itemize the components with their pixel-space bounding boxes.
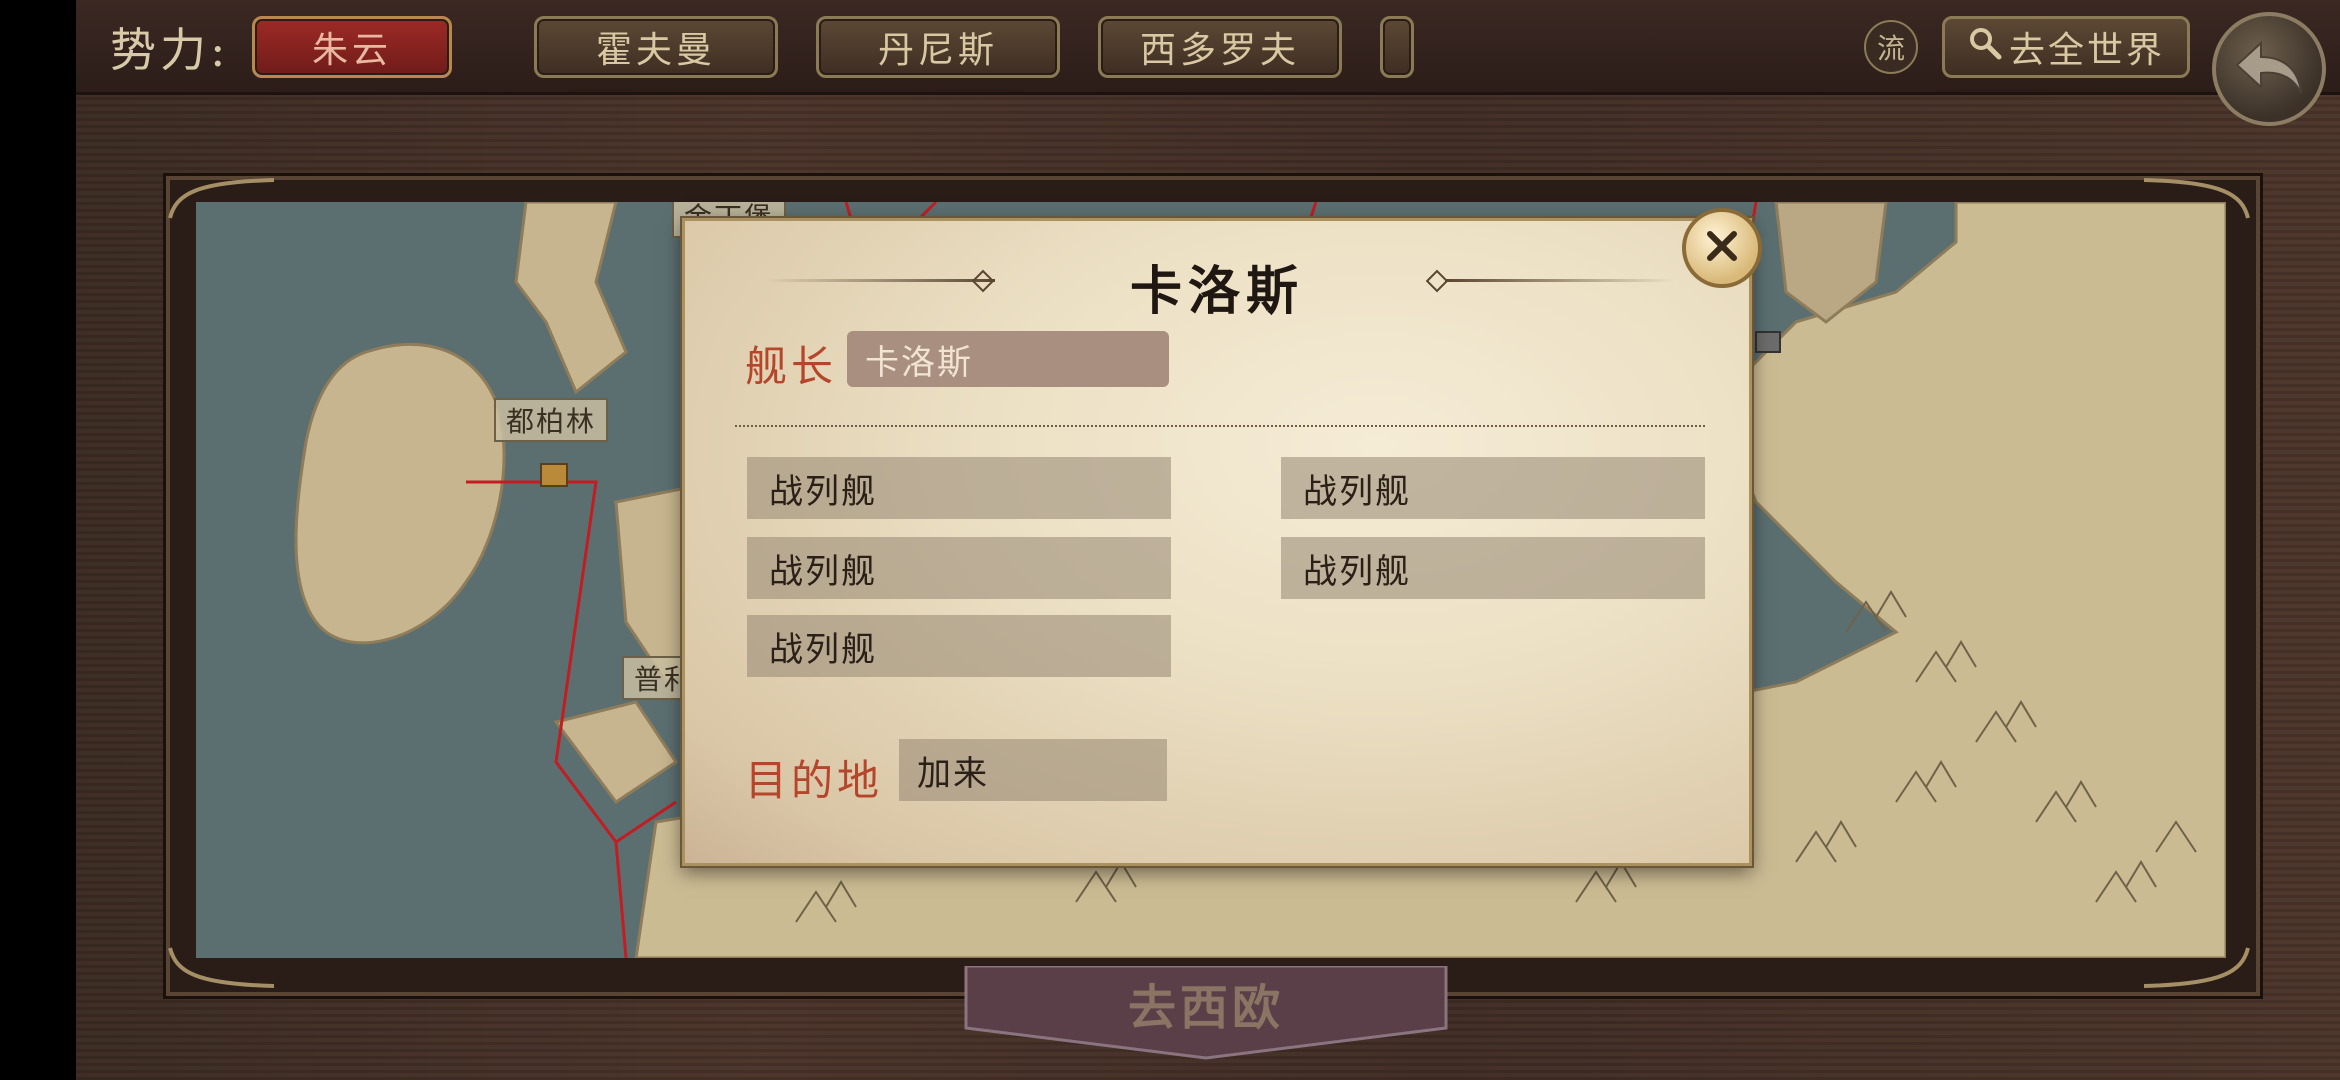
faction-tab-overflow[interactable] — [1380, 16, 1414, 78]
search-icon — [1967, 25, 2003, 70]
destination-field[interactable]: 加来 — [899, 739, 1167, 801]
ship-slot-5[interactable]: 战列舰 — [747, 615, 1171, 677]
fleet-info-popup: 卡洛斯 舰长 卡洛斯 战列舰 战列舰 战列舰 战列舰 战列舰 目的地 加来 — [682, 218, 1752, 866]
close-icon — [1702, 226, 1742, 270]
faction-tab-2[interactable]: 霍夫曼 — [534, 16, 778, 78]
go-world-label: 去全世界 — [2008, 30, 2165, 71]
back-button[interactable] — [2212, 12, 2326, 126]
captain-label: 舰长 — [745, 342, 838, 391]
back-arrow-icon — [2231, 37, 2307, 101]
title-line-right — [1445, 279, 1675, 282]
ship-slot-2[interactable]: 战列舰 — [1281, 457, 1705, 519]
captain-field[interactable]: 卡洛斯 — [847, 331, 1169, 387]
faction-tab-4[interactable]: 西多罗夫 — [1098, 16, 1342, 78]
city-label-dublin[interactable]: 都柏林 — [494, 398, 609, 442]
go-world-button[interactable]: 去全世界 — [1942, 16, 2190, 78]
corner-ornament-tl — [168, 178, 275, 219]
corner-ornament-br — [2143, 947, 2250, 988]
close-button[interactable] — [1682, 208, 1762, 288]
faction-label: 势力: — [110, 23, 230, 77]
destination-tab-button[interactable]: 去西欧 — [962, 968, 1450, 1038]
corner-ornament-tr — [2143, 178, 2250, 219]
stream-button[interactable]: 流 — [1864, 20, 1918, 74]
popup-title: 卡洛斯 — [1129, 261, 1304, 322]
popup-divider — [735, 425, 1705, 427]
faction-tab-1[interactable]: 朱云 — [252, 16, 452, 78]
left-letterbox — [0, 0, 76, 1080]
faction-tab-3[interactable]: 丹尼斯 — [816, 16, 1060, 78]
ship-slot-4[interactable]: 战列舰 — [1281, 537, 1705, 599]
corner-ornament-bl — [168, 947, 275, 988]
ship-slot-3[interactable]: 战列舰 — [747, 537, 1171, 599]
ship-slot-1[interactable]: 战列舰 — [747, 457, 1171, 519]
destination-label: 目的地 — [745, 756, 884, 805]
